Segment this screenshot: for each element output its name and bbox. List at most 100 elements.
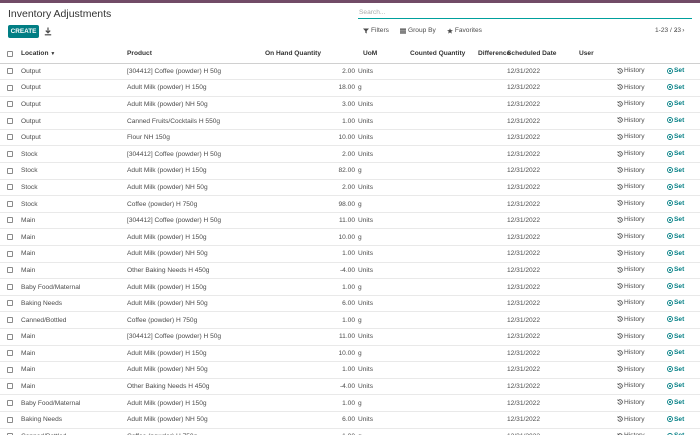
table-row[interactable]: Canned/BottledCoffee (powder) H 750g1.00… — [0, 428, 700, 435]
set-button[interactable]: Set — [667, 200, 684, 207]
row-checkbox[interactable] — [7, 399, 13, 406]
set-button[interactable]: Set — [667, 233, 684, 240]
table-row[interactable]: Canned/BottledCoffee (powder) H 750g1.00… — [0, 311, 700, 329]
cell-counted-quantity[interactable] — [410, 195, 488, 213]
table-row[interactable]: Main Adult Milk (powder) NH 50g 1.00 Units 1… — [0, 245, 700, 263]
cell-counted-quantity[interactable] — [410, 228, 488, 247]
history-button[interactable]: History — [617, 366, 645, 373]
cell-counted-quantity[interactable] — [410, 145, 488, 164]
table-row[interactable]: Output Adult Milk (powder) H 150g 18.00 g 12… — [0, 79, 700, 97]
set-button[interactable]: Set — [667, 382, 684, 389]
cell-counted-quantity[interactable] — [410, 278, 488, 296]
row-checkbox[interactable] — [7, 350, 13, 357]
row-checkbox[interactable] — [7, 167, 13, 174]
cell-counted-quantity[interactable] — [410, 378, 488, 396]
group-by-button[interactable]: Group By — [399, 27, 436, 34]
row-checkbox[interactable] — [7, 200, 13, 207]
table-row[interactable]: Baking Needs Adult Milk (powder) NH 50g 6.… — [0, 411, 700, 429]
pager-previous-icon[interactable]: ‹ — [675, 27, 677, 34]
history-button[interactable]: History — [617, 200, 645, 207]
cell-counted-quantity[interactable] — [410, 394, 488, 412]
history-button[interactable]: History — [617, 150, 645, 157]
select-all-checkbox[interactable] — [7, 50, 13, 57]
row-checkbox[interactable] — [7, 84, 13, 91]
row-checkbox[interactable] — [7, 333, 13, 340]
history-button[interactable]: History — [617, 382, 645, 389]
table-row[interactable]: Main Adult Milk (powder) H 150g 10.00 g 12/3… — [0, 228, 700, 247]
cell-counted-quantity[interactable] — [410, 96, 488, 114]
search-input[interactable] — [358, 6, 692, 18]
set-button[interactable]: Set — [667, 349, 684, 356]
cell-counted-quantity[interactable] — [410, 79, 488, 97]
row-checkbox[interactable] — [7, 383, 13, 390]
set-button[interactable]: Set — [667, 416, 684, 423]
filters-button[interactable]: Filters — [363, 27, 389, 34]
set-button[interactable]: Set — [667, 366, 684, 373]
table-row[interactable]: Main Other Baking Needs H 450g -4.00 Units 1… — [0, 378, 700, 396]
cell-counted-quantity[interactable] — [410, 411, 488, 429]
cell-counted-quantity[interactable] — [410, 311, 488, 329]
set-button[interactable]: Set — [667, 183, 684, 190]
row-checkbox[interactable] — [7, 316, 13, 323]
table-row[interactable]: Output Canned Fruits/Cocktails H 550g 1.00… — [0, 112, 700, 130]
history-button[interactable]: History — [617, 183, 645, 190]
row-checkbox[interactable] — [7, 300, 13, 307]
history-button[interactable]: History — [617, 283, 645, 290]
set-button[interactable]: Set — [667, 299, 684, 306]
row-checkbox[interactable] — [7, 267, 13, 274]
cell-counted-quantity[interactable] — [410, 295, 488, 313]
history-button[interactable]: History — [617, 266, 645, 273]
set-button[interactable]: Set — [667, 100, 684, 107]
set-button[interactable]: Set — [667, 84, 684, 91]
history-button[interactable]: History — [617, 117, 645, 124]
table-row[interactable]: Main Adult Milk (powder) H 150g 10.00 g 12/3… — [0, 345, 700, 363]
table-row[interactable]: Main [304412] Coffee (powder) H 50g 11.00 U… — [0, 212, 700, 230]
history-button[interactable]: History — [617, 216, 645, 223]
table-row[interactable]: Output Flour NH 150g 10.00 Units 12/31/2022 H… — [0, 129, 700, 147]
history-button[interactable]: History — [617, 233, 645, 240]
cell-counted-quantity[interactable] — [410, 112, 488, 130]
row-checkbox[interactable] — [7, 283, 13, 290]
cell-counted-quantity[interactable] — [410, 361, 488, 379]
cell-counted-quantity[interactable] — [410, 245, 488, 263]
set-button[interactable]: Set — [667, 67, 684, 74]
history-button[interactable]: History — [617, 100, 645, 107]
row-checkbox[interactable] — [7, 68, 13, 75]
cell-counted-quantity[interactable] — [410, 345, 488, 363]
set-button[interactable]: Set — [667, 133, 684, 140]
row-checkbox[interactable] — [7, 233, 13, 240]
column-header-location[interactable]: Location ▼ — [19, 45, 107, 64]
history-button[interactable]: History — [617, 416, 645, 423]
set-button[interactable]: Set — [667, 117, 684, 124]
pager-next-icon[interactable]: › — [682, 27, 684, 34]
download-icon[interactable] — [44, 27, 52, 36]
column-header-counted-quantity[interactable]: Counted Quantity — [410, 45, 488, 64]
table-row[interactable]: Main [304412] Coffee (powder) H 50g 11.00 U… — [0, 328, 700, 346]
history-button[interactable]: History — [617, 333, 645, 340]
cell-counted-quantity[interactable] — [410, 129, 488, 147]
row-checkbox[interactable] — [7, 366, 13, 373]
history-button[interactable]: History — [617, 299, 645, 306]
column-header-user[interactable]: User — [579, 45, 614, 64]
row-checkbox[interactable] — [7, 117, 13, 124]
set-button[interactable]: Set — [667, 216, 684, 223]
cell-counted-quantity[interactable] — [410, 212, 488, 230]
set-button[interactable]: Set — [667, 316, 684, 323]
table-row[interactable]: Baby Food/Maternal Adult Milk (powder) H … — [0, 278, 700, 296]
history-button[interactable]: History — [617, 399, 645, 406]
table-row[interactable]: Baking Needs Adult Milk (powder) NH 50g 6.… — [0, 295, 700, 313]
search-box[interactable] — [358, 6, 692, 19]
column-header-uom[interactable]: UoM — [355, 45, 410, 64]
set-button[interactable]: Set — [667, 150, 684, 157]
history-button[interactable]: History — [617, 67, 645, 74]
table-row[interactable]: Output Adult Milk (powder) NH 50g 3.00 Unit… — [0, 96, 700, 114]
row-checkbox[interactable] — [7, 416, 13, 423]
set-button[interactable]: Set — [667, 250, 684, 257]
cell-counted-quantity[interactable] — [410, 262, 488, 280]
table-row[interactable]: Main Adult Milk (powder) NH 50g 1.00 Units 1… — [0, 361, 700, 379]
row-checkbox[interactable] — [7, 151, 13, 158]
column-header-scheduled-date[interactable]: Scheduled Date — [502, 45, 579, 64]
favorites-button[interactable]: Favorites — [446, 27, 482, 34]
history-button[interactable]: History — [617, 349, 645, 356]
cell-counted-quantity[interactable] — [410, 63, 488, 81]
